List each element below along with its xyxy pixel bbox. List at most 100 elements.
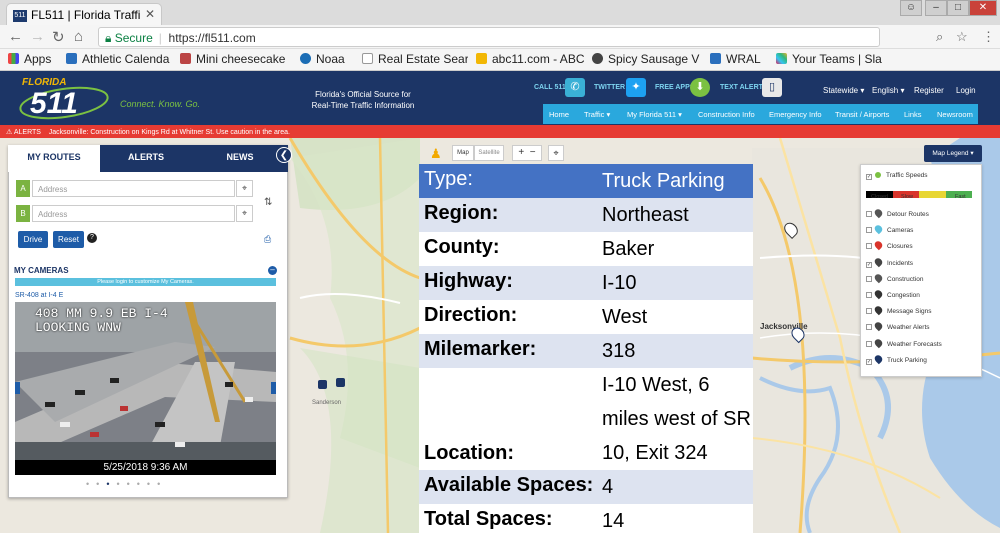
drive-button[interactable]: Drive: [18, 231, 48, 248]
checkbox-icon[interactable]: [866, 292, 872, 298]
twitter-link[interactable]: TWITTER: [594, 84, 625, 91]
fl511-logo[interactable]: FLORIDA 511: [14, 73, 114, 121]
forward-icon[interactable]: →: [30, 28, 45, 45]
legend-item-construction[interactable]: Construction: [866, 272, 924, 284]
bookmark-noaa[interactable]: Noaa: [300, 52, 345, 66]
bookmark-spicy-sausage[interactable]: Spicy Sausage V: [592, 52, 700, 66]
close-tab-icon[interactable]: ✕: [145, 7, 155, 21]
print-icon[interactable]: ⎙: [264, 234, 271, 245]
reload-icon[interactable]: ↻: [52, 28, 65, 46]
menu-newsroom[interactable]: Newsroom: [937, 110, 973, 119]
legend-item-detour-routes[interactable]: Detour Routes: [866, 207, 929, 219]
menu-traffic[interactable]: Traffic ▾: [584, 110, 610, 119]
zoom-search-icon[interactable]: ⌕: [936, 29, 943, 45]
legend-item-weather-forecasts[interactable]: Weather Forecasts: [866, 337, 942, 348]
menu-kebab-icon[interactable]: ⋮: [982, 29, 995, 45]
legend-item-cameras[interactable]: Cameras: [866, 223, 913, 235]
legend-item-congestion[interactable]: Congestion: [866, 288, 920, 300]
tagline: Connect. Know. Go.: [120, 99, 201, 109]
bookmark-star-icon[interactable]: ☆: [956, 29, 968, 45]
language-dropdown[interactable]: English ▾: [872, 86, 904, 95]
map-type-satellite[interactable]: Satellite: [474, 145, 504, 161]
reset-button[interactable]: Reset: [53, 231, 84, 248]
bookmark-apps[interactable]: Apps: [8, 52, 51, 66]
start-address-input[interactable]: Address: [32, 180, 235, 197]
end-address-input[interactable]: Address: [32, 205, 235, 222]
map-type-map[interactable]: Map: [452, 145, 474, 161]
legend-item-closures[interactable]: Closures: [866, 240, 913, 251]
legend-item-truck-parking[interactable]: ✓ Truck Parking: [866, 353, 927, 365]
zoom-in-button[interactable]: +: [518, 147, 524, 158]
collapse-panel-icon[interactable]: ❮: [276, 147, 292, 163]
minimize-icon[interactable]: –: [925, 0, 947, 16]
help-icon[interactable]: ?: [87, 233, 97, 243]
bookmark-abc11[interactable]: abc11.com - ABC: [476, 52, 584, 66]
legend-item-incidents[interactable]: ✓ Incidents: [866, 256, 913, 268]
menu-construction-info[interactable]: Construction Info: [698, 110, 755, 119]
login-link[interactable]: Login: [956, 86, 976, 95]
locate-me-icon[interactable]: ⌖: [548, 145, 564, 161]
checkbox-icon[interactable]: [866, 275, 872, 282]
back-icon[interactable]: ←: [8, 28, 23, 45]
alert-banner[interactable]: ⚠ ALERTS Jacksonville: Construction on K…: [0, 125, 1000, 138]
mobile-phone-icon[interactable]: ▯: [762, 78, 782, 97]
checkbox-icon[interactable]: [866, 308, 872, 315]
tab-my-routes[interactable]: MY ROUTES: [8, 145, 100, 172]
zoom-controls[interactable]: + −: [512, 145, 542, 161]
register-link[interactable]: Register: [914, 86, 944, 95]
phone-icon[interactable]: ✆: [565, 78, 585, 97]
map-marker-icon[interactable]: [318, 380, 327, 389]
call-511-link[interactable]: CALL 511: [534, 84, 566, 91]
map-legend-button[interactable]: Map Legend ▾: [924, 145, 982, 162]
menu-transit-airports[interactable]: Transit / Airports: [835, 110, 889, 119]
menu-my-florida-511[interactable]: My Florida 511 ▾: [627, 110, 682, 119]
checkbox-icon[interactable]: [866, 227, 872, 234]
carousel-dots[interactable]: ••••••••: [86, 479, 167, 489]
info-row: Highway: I-10: [419, 266, 753, 300]
download-icon[interactable]: ⬇: [690, 78, 710, 97]
street-view-pegman-icon[interactable]: ♟: [430, 146, 442, 162]
user-icon[interactable]: ☺: [900, 0, 922, 16]
tab-alerts[interactable]: ALERTS: [100, 145, 192, 172]
close-window-icon[interactable]: ✕: [969, 0, 997, 16]
zoom-out-button[interactable]: −: [530, 147, 536, 158]
bookmark-real-estate[interactable]: Real Estate Searc: [362, 52, 468, 66]
url-input[interactable]: 🔒︎ Secure | https://fl511.com: [98, 27, 880, 47]
checkbox-icon[interactable]: [866, 243, 872, 250]
menu-home[interactable]: Home: [549, 110, 569, 119]
legend-item-weather-alerts[interactable]: Weather Alerts: [866, 321, 930, 332]
text-alerts-link[interactable]: TEXT ALERTS: [720, 84, 768, 91]
checkbox-icon[interactable]: [866, 211, 872, 217]
menu-links[interactable]: Links: [904, 110, 922, 119]
checkbox-icon[interactable]: ✓: [866, 261, 872, 268]
checkbox-icon[interactable]: ✓: [866, 358, 872, 365]
login-notice[interactable]: Please login to customize My Cameras.: [15, 278, 276, 286]
bookmark-cheesecake[interactable]: Mini cheesecake: [180, 52, 290, 66]
camera-name[interactable]: SR-408 at I-4 E: [15, 292, 63, 299]
checkbox-icon[interactable]: [866, 340, 872, 347]
checkbox-icon[interactable]: [866, 324, 872, 331]
browser-tab[interactable]: 511 FL511 | Florida Traffi ✕: [6, 3, 162, 25]
bookmark-wral[interactable]: WRAL: [710, 52, 761, 66]
info-key: Region:: [424, 202, 499, 224]
legend-traffic-speeds[interactable]: ✓ Traffic Speeds: [866, 172, 928, 180]
locate-b-icon[interactable]: ⌖: [236, 205, 253, 222]
twitter-icon[interactable]: ✦: [626, 78, 646, 97]
menu-emergency-info[interactable]: Emergency Info: [769, 110, 822, 119]
bookmark-slack[interactable]: Your Teams | Sla: [776, 52, 1000, 66]
collapse-cameras-icon[interactable]: –: [268, 266, 277, 275]
statewide-dropdown[interactable]: Statewide ▾: [823, 86, 864, 95]
tab-news[interactable]: NEWS: [192, 145, 288, 172]
camera-image[interactable]: 408 MM 9.9 EB I-4 LOOKING WNW: [15, 302, 276, 474]
slack-icon: [776, 53, 787, 64]
locate-a-icon[interactable]: ⌖: [236, 180, 253, 197]
bookmark-athletic[interactable]: Athletic Calenda: [66, 52, 174, 66]
free-apps-link[interactable]: FREE APPS: [655, 84, 694, 91]
legend-item-message-signs[interactable]: Message Signs: [866, 304, 931, 316]
checkbox-icon[interactable]: ✓: [866, 174, 872, 180]
swap-icon[interactable]: ⇅: [264, 197, 272, 208]
legend-label: Closures: [887, 243, 913, 251]
home-icon[interactable]: ⌂: [74, 28, 83, 45]
map-marker-icon[interactable]: [336, 378, 345, 387]
maximize-icon[interactable]: □: [947, 0, 969, 16]
